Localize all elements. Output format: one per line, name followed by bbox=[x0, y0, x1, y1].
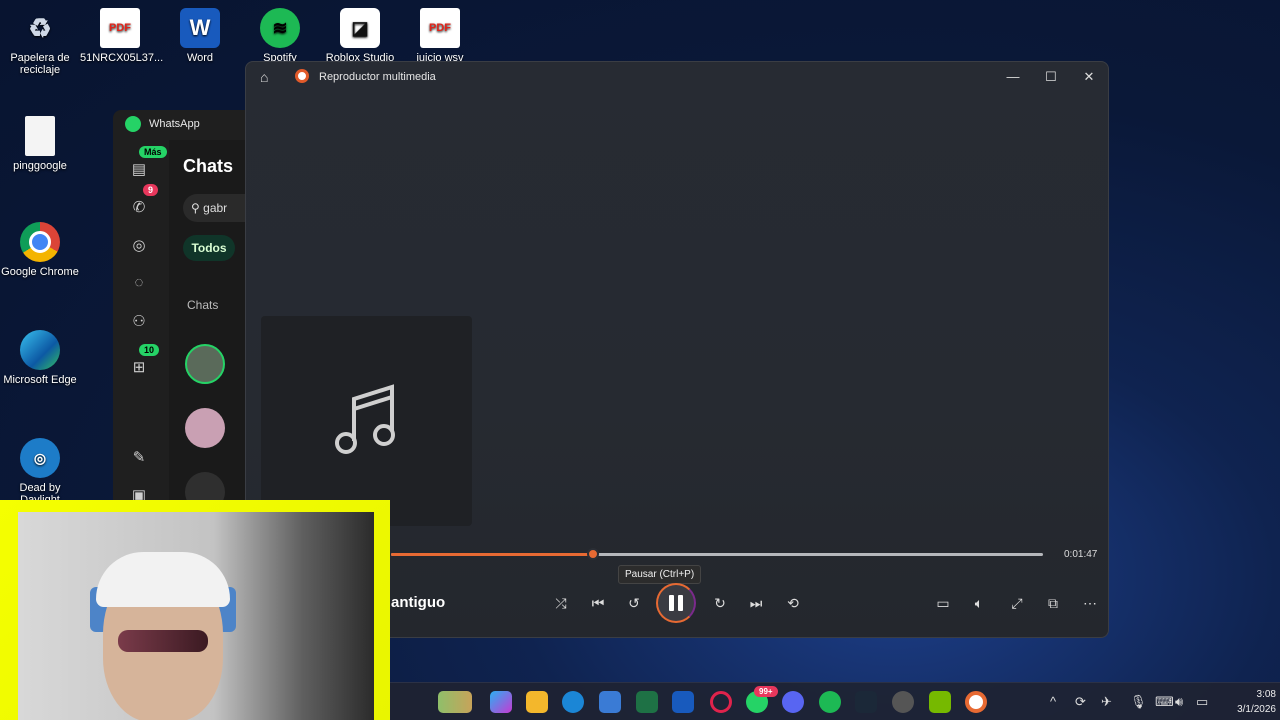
clock[interactable]: 3:08 3/1/2026 bbox=[1230, 687, 1276, 717]
taskbar: 99+ ^ ⟳ ✈ 🎙︎ ⌨ 🔊︎ ▭ 3:08 3/1/2026 bbox=[390, 682, 1280, 720]
edge-taskbar-icon[interactable] bbox=[562, 691, 584, 713]
dead-by-daylight-icon: ◎ bbox=[20, 438, 60, 478]
search-input[interactable]: ⚲ gabr bbox=[183, 194, 253, 222]
media-player-logo-icon bbox=[295, 69, 309, 83]
forward-30-icon[interactable]: ↻ bbox=[706, 589, 734, 617]
roblox-icon: ◪ bbox=[340, 8, 380, 48]
recycle-bin-icon: ♻ bbox=[28, 12, 52, 43]
edge-icon bbox=[20, 330, 60, 370]
media-player-taskbar-icon[interactable] bbox=[965, 691, 987, 713]
opera-icon[interactable] bbox=[710, 691, 732, 713]
close-button[interactable]: ✕ bbox=[1076, 66, 1102, 88]
store-icon[interactable] bbox=[599, 691, 621, 713]
album-art bbox=[261, 316, 472, 526]
calls-icon[interactable]: ✆ bbox=[129, 198, 149, 218]
more-options-icon[interactable]: ⋯ bbox=[1076, 589, 1104, 617]
seek-bar[interactable] bbox=[391, 548, 1043, 560]
word-icon: W bbox=[180, 8, 220, 48]
microphone-icon[interactable]: 🎙︎ bbox=[1130, 694, 1147, 710]
minimize-button[interactable]: — bbox=[1000, 66, 1026, 88]
whatsapp-titlebar: WhatsApp bbox=[125, 116, 200, 132]
discord-badge: 99+ bbox=[754, 686, 778, 697]
chats-section-label: Chats bbox=[187, 298, 219, 312]
rewind-10-icon[interactable]: ↺ bbox=[620, 589, 648, 617]
sunglasses bbox=[118, 630, 208, 652]
copilot-icon[interactable] bbox=[490, 691, 512, 713]
desktop-icon-pdf-file[interactable]: PDF 51NRCX05L37... bbox=[80, 8, 163, 64]
mini-player-icon[interactable]: ⧉ bbox=[1039, 589, 1067, 617]
chevron-up-icon[interactable]: ^ bbox=[1050, 694, 1056, 709]
discord-icon[interactable] bbox=[782, 691, 804, 713]
chrome-icon bbox=[20, 222, 60, 262]
whatsapp-nav-rail: ▤ Más ✆ 9 ◎ ◌ ⚇ ⊞ 10 ✎ ▣ bbox=[113, 140, 167, 505]
desktop-icon-dead-by-daylight[interactable]: ◎ Dead by Daylight bbox=[0, 438, 80, 506]
webcam-feed bbox=[18, 512, 374, 720]
pause-button[interactable] bbox=[656, 583, 696, 623]
desktop-icon-juicio-wsv[interactable]: PDF juicio wsv bbox=[400, 8, 480, 64]
cap bbox=[96, 552, 230, 607]
song-title: antiguo bbox=[391, 594, 446, 611]
desktop-icon-roblox-studio[interactable]: ◪ Roblox Studio bbox=[320, 8, 400, 64]
status-icon[interactable]: ◎ bbox=[129, 236, 149, 256]
chats-heading: Chats bbox=[183, 156, 234, 176]
sync-icon[interactable]: ⟳ bbox=[1075, 694, 1086, 710]
desktop-icon-word[interactable]: W Word bbox=[160, 8, 240, 64]
whatsapp-chat-list: Chats ⚲ gabr Todos Chats bbox=[169, 140, 253, 505]
previous-icon[interactable]: ⏮ bbox=[584, 589, 612, 617]
filter-todos-chip[interactable]: Todos bbox=[183, 235, 235, 261]
subtitles-icon[interactable]: ▭ bbox=[929, 589, 957, 617]
repeat-off-icon[interactable]: ⟲ bbox=[779, 589, 807, 617]
fullscreen-icon[interactable]: ⤢ bbox=[1003, 589, 1031, 617]
whatsapp-logo-icon bbox=[125, 116, 141, 132]
spotify-taskbar-icon[interactable] bbox=[819, 691, 841, 713]
obs-icon[interactable] bbox=[892, 691, 914, 713]
whatsapp-window[interactable]: WhatsApp ▤ Más ✆ 9 ◎ ◌ ⚇ ⊞ 10 ✎ ▣ Chats … bbox=[113, 110, 253, 505]
steam-icon[interactable] bbox=[855, 691, 877, 713]
volume-icon[interactable]: 🔈︎ bbox=[965, 589, 993, 617]
pdf-icon: PDF bbox=[420, 8, 460, 48]
next-icon[interactable]: ⏭ bbox=[742, 589, 770, 617]
chat-avatar[interactable] bbox=[185, 344, 225, 384]
chats-nav-icon[interactable]: ▤ bbox=[129, 160, 149, 180]
seek-bar-progress bbox=[391, 553, 594, 556]
battery-icon[interactable]: ▭ bbox=[1196, 694, 1208, 710]
desktop-icon-microsoft-edge[interactable]: Microsoft Edge bbox=[0, 330, 80, 386]
edit-icon[interactable]: ✎ bbox=[129, 448, 149, 468]
text-file-icon bbox=[25, 116, 55, 156]
webcam-overlay bbox=[0, 500, 390, 720]
music-note-icon bbox=[334, 384, 395, 454]
excel-icon[interactable] bbox=[636, 691, 658, 713]
desktop-icon-google-chrome[interactable]: Google Chrome bbox=[0, 222, 80, 278]
pause-icon bbox=[678, 595, 683, 611]
window-title: Reproductor multimedia bbox=[319, 71, 436, 83]
duration-label: 0:01:47 bbox=[1064, 549, 1098, 560]
nvidia-icon[interactable] bbox=[929, 691, 951, 713]
archived-icon[interactable]: ⊞ bbox=[129, 358, 149, 378]
chat-avatar[interactable] bbox=[185, 408, 225, 448]
pause-icon bbox=[669, 595, 674, 611]
network-icon[interactable]: ⌨ bbox=[1155, 694, 1174, 710]
desktop-icon-spotify[interactable]: ≋ Spotify bbox=[240, 8, 320, 64]
maximize-button[interactable]: ☐ bbox=[1038, 66, 1064, 88]
pause-tooltip: Pausar (Ctrl+P) bbox=[618, 565, 702, 584]
shuffle-icon[interactable]: ⤮ bbox=[547, 589, 575, 617]
archived-badge: 10 bbox=[139, 344, 160, 356]
volume-tray-icon[interactable]: 🔊︎ bbox=[1175, 694, 1183, 710]
mas-badge: Más bbox=[139, 146, 167, 158]
file-explorer-icon[interactable] bbox=[526, 691, 548, 713]
channels-icon[interactable]: ◌ bbox=[129, 274, 149, 294]
calls-badge: 9 bbox=[143, 184, 159, 196]
tray-app-icon[interactable]: ✈ bbox=[1101, 694, 1112, 710]
seek-bar-thumb[interactable] bbox=[587, 548, 600, 560]
desktop-icon-pinggoogle[interactable]: pinggoogle bbox=[0, 116, 80, 172]
desktop-icon-recycle-bin[interactable]: ♻ Papelera de reciclaje bbox=[0, 8, 80, 77]
search-icon: ⚲ bbox=[191, 201, 200, 215]
spotify-icon: ≋ bbox=[260, 8, 300, 48]
home-icon[interactable]: ⌂ bbox=[260, 69, 268, 85]
communities-icon[interactable]: ⚇ bbox=[129, 312, 149, 332]
word-taskbar-icon[interactable] bbox=[672, 691, 694, 713]
pdf-icon: PDF bbox=[100, 8, 140, 48]
widgets-icon[interactable] bbox=[438, 691, 472, 713]
